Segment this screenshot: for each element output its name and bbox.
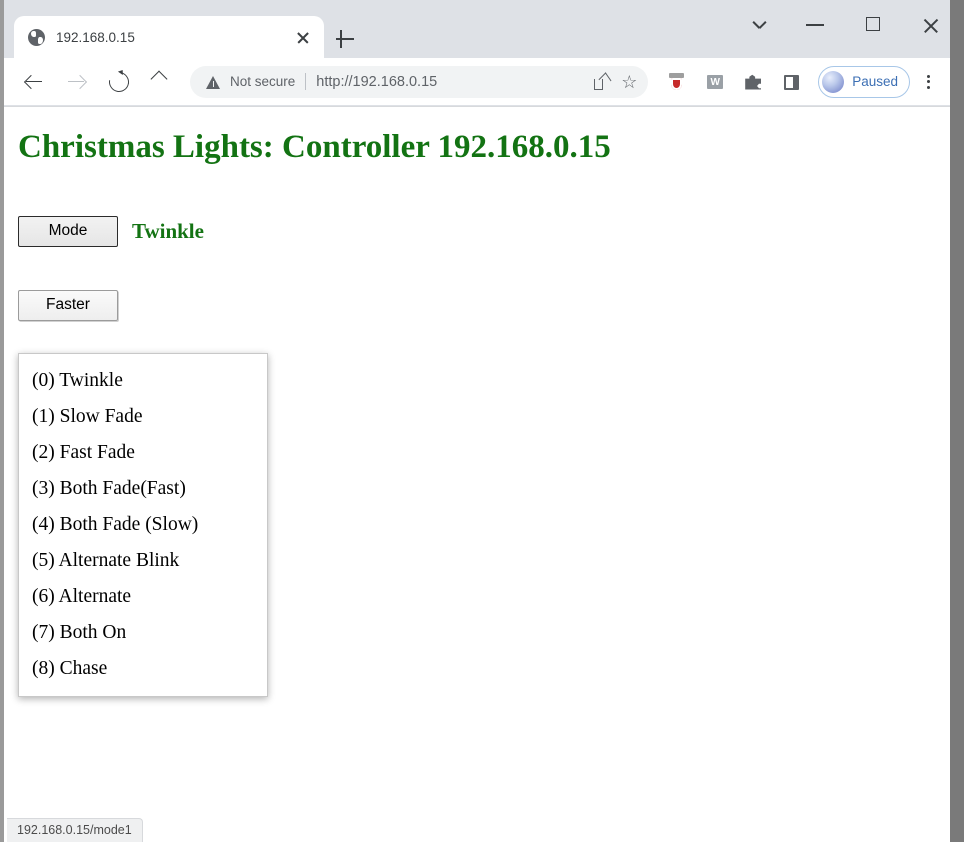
mode-option[interactable]: (3) Both Fade(Fast) (19, 470, 267, 506)
close-icon (922, 17, 940, 35)
tab-search-icon[interactable] (738, 8, 784, 40)
url-text: http://192.168.0.15 (316, 73, 438, 90)
mode-option[interactable]: (1) Slow Fade (19, 398, 267, 434)
faster-button[interactable]: Faster (18, 290, 118, 321)
address-bar[interactable]: Not secure http://192.168.0.15 ☆ (190, 65, 649, 98)
mode-option[interactable]: (0) Twinkle (19, 362, 267, 398)
new-tab-button[interactable] (332, 26, 358, 52)
side-panel-icon[interactable] (776, 67, 806, 97)
chevron-down-icon (753, 19, 766, 32)
home-icon (151, 73, 169, 89)
extension-icons (658, 67, 810, 97)
minimize-button[interactable] (792, 8, 838, 40)
wikipedia-extension-icon[interactable] (700, 67, 730, 97)
current-mode-value: Twinkle (132, 218, 204, 243)
share-icon (594, 74, 610, 90)
extensions-puzzle-icon[interactable] (738, 67, 768, 97)
security-status-label: Not secure (230, 74, 296, 89)
minimize-icon (806, 24, 824, 26)
profile-status-label: Paused (852, 74, 898, 89)
tab-close-icon[interactable] (292, 26, 314, 48)
mode-option[interactable]: (7) Both On (19, 614, 267, 650)
close-window-button[interactable] (908, 8, 950, 40)
tab-strip: 192.168.0.15 (2, 0, 950, 58)
tab-title: 192.168.0.15 (56, 29, 135, 45)
forward-arrow-icon (68, 74, 84, 90)
home-button[interactable] (146, 67, 176, 97)
back-arrow-icon (26, 74, 42, 90)
mode-option[interactable]: (2) Fast Fade (19, 434, 267, 470)
page-title: Christmas Lights: Controller 192.168.0.1… (18, 129, 611, 165)
back-button[interactable] (20, 67, 50, 97)
omnibox-actions: ☆ (588, 68, 644, 96)
mode-option[interactable]: (5) Alternate Blink (19, 542, 267, 578)
maximize-icon (866, 17, 880, 31)
window-left-border (2, 0, 4, 842)
mode-option[interactable]: (8) Chase (19, 650, 267, 686)
reload-icon (105, 67, 133, 96)
reload-button[interactable] (104, 67, 134, 97)
star-icon: ☆ (621, 71, 638, 92)
browser-toolbar: Not secure http://192.168.0.15 ☆ Paused (2, 58, 950, 105)
share-button[interactable] (588, 68, 616, 96)
status-bar: 192.168.0.15/mode1 (7, 818, 143, 842)
forward-button[interactable] (62, 67, 92, 97)
globe-icon (28, 28, 45, 46)
mode-option[interactable]: (4) Both Fade (Slow) (19, 506, 267, 542)
avatar (822, 70, 845, 93)
not-secure-warning-icon (206, 75, 221, 89)
bookmark-button[interactable]: ☆ (616, 68, 644, 96)
browser-tab[interactable]: 192.168.0.15 (14, 16, 324, 58)
profile-button[interactable]: Paused (818, 65, 910, 98)
mode-dropdown-list[interactable]: (0) Twinkle (1) Slow Fade (2) Fast Fade … (18, 353, 268, 697)
mode-option[interactable]: (6) Alternate (19, 578, 267, 614)
mode-control-row: Mode Twinkle (18, 216, 204, 247)
page-viewport: Christmas Lights: Controller 192.168.0.1… (4, 106, 950, 842)
mode-button[interactable]: Mode (18, 216, 118, 247)
maximize-button[interactable] (851, 8, 897, 40)
three-dot-menu-icon[interactable] (914, 67, 942, 97)
browser-window: 192.168.0.15 Not secure http://192.168.0… (0, 0, 950, 842)
speed-control-row: Faster (18, 290, 118, 321)
omnibox-divider (305, 73, 307, 90)
desktop-background (950, 0, 964, 842)
ublock-origin-icon[interactable] (662, 67, 692, 97)
